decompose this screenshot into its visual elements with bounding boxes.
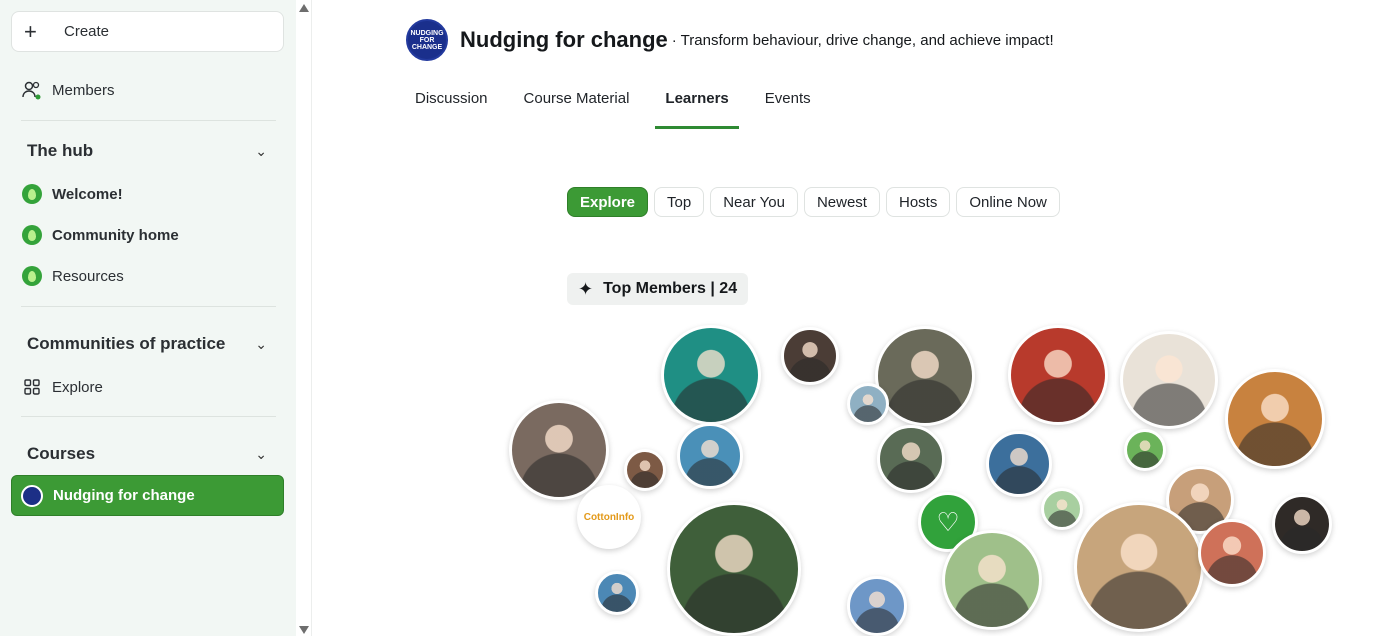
member-avatar[interactable] (595, 571, 639, 615)
location-pin-icon (21, 265, 43, 287)
create-button[interactable]: + Create (11, 11, 284, 52)
community-heart-icon: ♡ (936, 507, 960, 537)
divider (21, 120, 276, 121)
tab-course-material[interactable]: Course Material (514, 84, 640, 129)
divider (21, 306, 276, 307)
location-pin-icon (21, 224, 43, 246)
sidebar-item-label: Community home (52, 226, 179, 244)
community-logo: NUDGING FOR CHANGE (406, 19, 448, 61)
sidebar-item-label: Nudging for change (53, 487, 195, 504)
filter-hosts[interactable]: Hosts (885, 187, 951, 217)
page-header: NUDGING FOR CHANGE Nudging for change · … (406, 19, 1054, 61)
section-communities-of-practice[interactable]: Communities of practice ⌄ (27, 334, 267, 354)
member-avatar[interactable] (1074, 502, 1204, 632)
plus-icon: + (24, 18, 37, 44)
section-title: Courses (27, 444, 96, 463)
member-avatar[interactable] (1272, 494, 1332, 554)
top-members-label: ✦ Top Members | 24 (567, 273, 749, 305)
member-avatar[interactable] (986, 431, 1052, 497)
tab-events[interactable]: Events (755, 84, 821, 129)
member-avatar[interactable] (1124, 429, 1166, 471)
member-avatar[interactable]: CottonInfo (577, 485, 641, 549)
scroll-up-arrow-icon[interactable] (299, 4, 309, 12)
tab-discussion[interactable]: Discussion (405, 84, 498, 129)
top-members-text: Top Members | 24 (603, 280, 738, 297)
chevron-down-icon[interactable]: ⌄ (255, 336, 267, 353)
member-avatar[interactable] (875, 326, 975, 426)
member-avatar[interactable] (624, 449, 666, 491)
sparkle-icon: ✦ (578, 278, 594, 299)
course-logo-icon (21, 484, 43, 507)
page-tagline: · Transform behaviour, drive change, and… (671, 31, 1054, 49)
sidebar-item-label: Explore (52, 378, 103, 396)
scroll-down-arrow-icon[interactable] (299, 626, 309, 634)
filter-newest[interactable]: Newest (803, 187, 880, 217)
section-the-hub[interactable]: The hub ⌄ (27, 141, 267, 161)
page-title: Nudging for change (460, 27, 668, 52)
sidebar-item-members[interactable]: Members (21, 79, 115, 101)
members-icon (21, 79, 43, 101)
member-avatar[interactable] (1120, 331, 1218, 429)
chevron-down-icon[interactable]: ⌄ (255, 446, 267, 463)
filter-near-you[interactable]: Near You (710, 187, 798, 217)
member-avatar[interactable] (509, 400, 609, 500)
sidebar-item-welcome[interactable]: Welcome! (21, 183, 123, 205)
grid-icon (21, 376, 43, 398)
tab-learners[interactable]: Learners (655, 84, 740, 129)
member-avatar[interactable] (677, 423, 743, 489)
chevron-down-icon[interactable]: ⌄ (255, 143, 267, 160)
section-courses[interactable]: Courses ⌄ (27, 444, 267, 464)
member-avatar[interactable] (877, 425, 945, 493)
member-avatar[interactable] (781, 327, 839, 385)
members-label: Members (52, 81, 115, 99)
member-avatar[interactable] (847, 383, 889, 425)
create-label: Create (64, 23, 110, 40)
filter-explore[interactable]: Explore (567, 187, 649, 217)
sidebar-item-explore[interactable]: Explore (21, 376, 103, 398)
sidebar-scrollbar[interactable] (296, 0, 312, 636)
member-avatar[interactable] (1198, 519, 1266, 587)
cotton-info-logo: CottonInfo (583, 512, 635, 523)
sidebar-item-label: Resources (52, 267, 124, 285)
member-avatar[interactable] (1041, 488, 1083, 530)
filter-chips: Explore Top Near You Newest Hosts Online… (567, 187, 1066, 217)
member-avatar[interactable] (667, 502, 801, 636)
member-avatar[interactable] (661, 325, 761, 425)
sidebar-item-label: Welcome! (52, 185, 123, 203)
divider (21, 416, 276, 417)
filter-online-now[interactable]: Online Now (956, 187, 1060, 217)
tab-bar: Discussion Course Material Learners Even… (405, 84, 837, 129)
filter-top[interactable]: Top (654, 187, 705, 217)
location-pin-icon (21, 183, 43, 205)
section-title: Communities of practice (27, 334, 226, 353)
sidebar: + Create Members The hub ⌄ Welcome! Comm… (0, 0, 296, 636)
sidebar-item-nudging-for-change[interactable]: Nudging for change (11, 475, 284, 516)
member-avatar[interactable] (942, 530, 1042, 630)
member-avatar[interactable] (1225, 369, 1325, 469)
member-avatar[interactable] (1008, 325, 1108, 425)
sidebar-item-community-home[interactable]: Community home (21, 224, 179, 246)
sidebar-item-resources[interactable]: Resources (21, 265, 124, 287)
section-title: The hub (27, 141, 94, 160)
member-avatar[interactable] (847, 576, 907, 636)
